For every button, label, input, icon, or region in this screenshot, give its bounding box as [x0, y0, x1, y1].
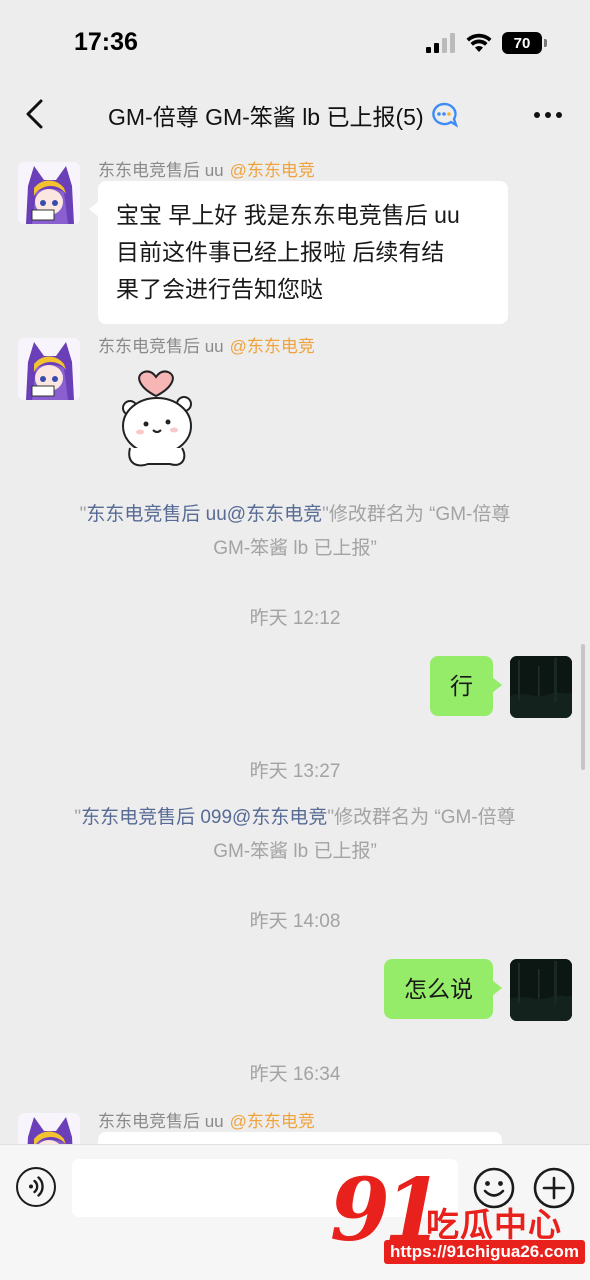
- sender-tag: @东东电竞: [229, 161, 315, 180]
- watermark: 91 吃瓜中心 https://91chigua26.com: [330, 1168, 590, 1280]
- message-text-line: 果了会进行告知您哒: [116, 276, 323, 302]
- system-message-line: GM-笨酱 lb 已上报”: [213, 538, 377, 559]
- system-message: "东东电竞售后 099@东东电竞"修改群名为 “GM-倍尊 GM-笨酱 lb 已…: [40, 801, 550, 869]
- message-text-line: 宝宝 早上好 我是东东电竞售后 uu: [116, 202, 460, 228]
- avatar-dongdong[interactable]: [18, 1113, 80, 1144]
- system-message-text: 修改群名为 “GM-倍尊: [328, 504, 511, 525]
- message-bubble[interactable]: 宝宝 早上好 我是东东电竞售后 uu 目前这件事已经上报啦 后续有结 果了会进行…: [89, 181, 508, 324]
- time-label: 昨天 16:34: [249, 1064, 341, 1085]
- message-bubble-partial[interactable]: [98, 1132, 502, 1144]
- status-time: 17:36: [74, 28, 138, 56]
- bear-heart-sticker[interactable]: [112, 368, 204, 472]
- my-avatar[interactable]: [510, 656, 572, 718]
- back-arrow-icon[interactable]: [20, 96, 50, 132]
- my-avatar-image: [510, 959, 572, 1021]
- signal-icon: [426, 33, 455, 53]
- nav-bar: GM-倍尊 GM-笨酱 lb 已上报(5): [0, 82, 590, 146]
- avatar-dongdong[interactable]: [18, 162, 80, 224]
- watermark-name: 吃瓜中心: [426, 1206, 562, 1243]
- voice-waves-icon: [29, 1176, 44, 1197]
- avatar-cat-image: [18, 162, 80, 224]
- battery-icon: 70: [502, 32, 547, 54]
- sender-tag: @东东电竞: [229, 1112, 315, 1131]
- system-message-link[interactable]: 东东电竞售后 099@东东电竞: [81, 807, 327, 828]
- message-text: 行: [450, 673, 473, 699]
- quote-mark: ": [322, 504, 329, 525]
- sender-tag: @东东电竞: [229, 337, 315, 356]
- sender-line: 东东电竞售后 uu @东东电竞: [98, 332, 315, 357]
- message-text-line: 目前这件事已经上报啦 后续有结: [116, 239, 445, 265]
- sender-line: 东东电竞售后 uu @东东电竞: [98, 156, 315, 181]
- sender-name: 东东电竞售后 uu: [98, 161, 224, 180]
- chat-area[interactable]: 东东电竞售后 uu @东东电竞 宝宝 早上好 我是东东电竞售后 uu 目前这件事已…: [0, 146, 590, 1144]
- my-avatar-image: [510, 656, 572, 718]
- system-message-line: "东东电竞售后 099@东东电竞"修改群名为 “GM-倍尊: [40, 801, 550, 835]
- my-message-bubble[interactable]: 行: [430, 656, 502, 716]
- system-message-link[interactable]: 东东电竞售后 uu@东东电竞: [86, 504, 322, 525]
- chat-title[interactable]: GM-倍尊 GM-笨酱 lb 已上报(5): [108, 98, 458, 132]
- battery-tip: [544, 39, 547, 47]
- sender-name: 东东电竞售后 uu: [98, 1112, 224, 1131]
- chat-title-text: GM-倍尊 GM-笨酱 lb 已上报(5): [108, 104, 424, 130]
- system-message-text: 修改群名为 “GM-倍尊: [334, 807, 516, 828]
- status-bar: 17:36 70: [0, 0, 590, 80]
- my-message-bubble[interactable]: 怎么说: [384, 959, 502, 1019]
- time-label: 昨天 14:08: [249, 911, 341, 932]
- time-label: 昨天 13:27: [249, 761, 341, 782]
- battery-level: 70: [513, 34, 531, 52]
- watermark-url: https://91chigua26.com: [384, 1240, 585, 1264]
- status-icons: 70: [426, 32, 547, 54]
- time-label: 昨天 12:12: [249, 608, 341, 629]
- system-message: "东东电竞售后 uu@东东电竞"修改群名为 “GM-倍尊 GM-笨酱 lb 已上…: [40, 498, 550, 566]
- more-dots-icon[interactable]: [532, 104, 564, 126]
- ai-chat-icon[interactable]: [430, 102, 458, 128]
- avatar-cat-image: [18, 1113, 80, 1144]
- my-avatar[interactable]: [510, 959, 572, 1021]
- system-message-line: "东东电竞售后 uu@东东电竞"修改群名为 “GM-倍尊: [40, 498, 550, 532]
- message-text: 怎么说: [404, 976, 473, 1002]
- sender-name: 东东电竞售后 uu: [98, 337, 224, 356]
- sender-line: 东东电竞售后 uu @东东电竞: [98, 1107, 315, 1132]
- wifi-icon: [466, 33, 492, 52]
- avatar-cat-image: [18, 338, 80, 400]
- system-message-line: GM-笨酱 lb 已上报”: [213, 841, 377, 862]
- scrollbar[interactable]: [581, 644, 585, 770]
- avatar-dongdong[interactable]: [18, 338, 80, 400]
- voice-icon[interactable]: [16, 1167, 56, 1207]
